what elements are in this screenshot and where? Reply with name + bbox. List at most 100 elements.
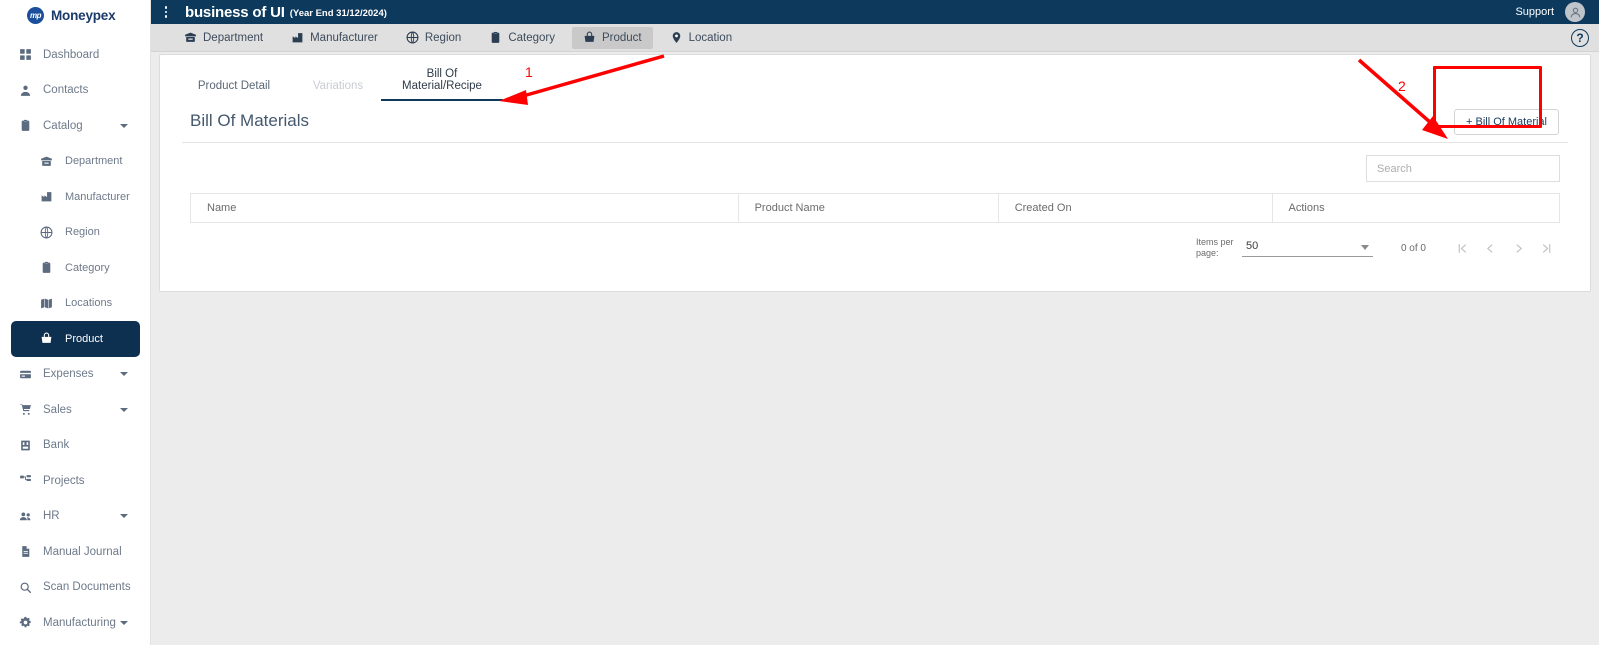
tab-label: Department — [203, 31, 264, 44]
sidebar-item-label: Region — [65, 226, 100, 239]
column-header-actions[interactable]: Actions — [1271, 193, 1560, 223]
sidebar: mp Moneypex Dashboard Contacts Catalog Depa… — [0, 0, 151, 645]
cart-icon — [17, 403, 34, 416]
column-header-product-name[interactable]: Product Name — [737, 193, 999, 223]
last-page-icon[interactable] — [1532, 237, 1560, 259]
tab-manufacturer[interactable]: Manufacturer — [280, 27, 389, 49]
sidebar-item-dashboard[interactable]: Dashboard — [0, 37, 150, 73]
sidebar-item-manufacturing[interactable]: Manufacturing — [0, 605, 150, 641]
brand-logo[interactable]: mp Moneypex — [0, 0, 150, 30]
tab-location[interactable]: Location — [659, 27, 743, 49]
sidebar-item-label: Manual Journal — [43, 545, 122, 558]
sidebar-item-locations[interactable]: Locations — [0, 286, 150, 322]
product-icon — [38, 332, 55, 345]
tab-region[interactable]: Region — [395, 27, 472, 49]
sidebar-item-contacts[interactable]: Contacts — [0, 73, 150, 109]
tab-product[interactable]: Product — [571, 26, 653, 49]
module-tabbar: Department Manufacturer Region Category Prod… — [151, 24, 1599, 52]
search-icon — [17, 581, 34, 594]
archive-icon — [184, 31, 197, 44]
year-end-label: (Year End 31/12/2024) — [289, 7, 387, 19]
subtab-bill-of-material-recipe[interactable]: Bill Of Material/Recipe — [390, 68, 494, 101]
factory-icon — [38, 190, 55, 203]
sidebar-item-label: Dashboard — [43, 48, 100, 61]
sidebar-item-label: Manufacturing — [43, 616, 116, 629]
gears-icon — [17, 616, 34, 629]
chevron-left-icon[interactable] — [1476, 237, 1504, 259]
tab-label: Location — [688, 31, 733, 44]
people-icon — [17, 510, 34, 523]
support-link[interactable]: Support — [1515, 6, 1554, 18]
chevron-down-icon — [1360, 244, 1369, 250]
kebab-menu-icon[interactable] — [157, 6, 175, 18]
sidebar-item-label: Product — [65, 332, 103, 345]
business-name: business of UI — [185, 3, 285, 21]
items-per-page-select[interactable]: 50 — [1241, 239, 1373, 257]
archive-icon — [38, 155, 55, 168]
first-page-icon[interactable] — [1448, 237, 1476, 259]
table-header-row: Name Product Name Created On Actions — [190, 193, 1560, 223]
subtab-product-detail[interactable]: Product Detail — [182, 80, 286, 101]
sidebar-item-bank[interactable]: Bank — [0, 428, 150, 464]
bill-of-materials-table-wrap: Name Product Name Created On Actions — [182, 182, 1568, 223]
sidebar-item-hr[interactable]: HR — [0, 499, 150, 535]
chevron-down-icon[interactable] — [120, 620, 128, 625]
tab-department[interactable]: Department — [173, 27, 274, 49]
user-avatar-icon[interactable] — [1565, 2, 1585, 22]
bill-of-materials-panel: Bill Of Materials + Bill Of Material Nam… — [160, 101, 1590, 260]
app-root: mp Moneypex Dashboard Contacts Catalog Depa… — [0, 0, 1599, 645]
search-input[interactable] — [1366, 155, 1560, 182]
grid-icon — [17, 48, 34, 61]
search-row — [182, 143, 1568, 182]
top-header-bar: business of UI (Year End 31/12/2024) Sup… — [151, 0, 1599, 24]
chevron-right-icon[interactable] — [1504, 237, 1532, 259]
sidebar-item-scan-documents[interactable]: Scan Documents — [0, 570, 150, 606]
globe-icon — [38, 226, 55, 239]
map-icon — [38, 297, 55, 310]
chevron-down-icon[interactable] — [120, 514, 128, 519]
sidebar-item-category[interactable]: Category — [0, 250, 150, 286]
tab-label: Category — [508, 31, 555, 44]
factory-icon — [291, 31, 304, 44]
tab-label: Region — [424, 31, 462, 44]
sidebar-item-label: Catalog — [43, 119, 83, 132]
tab-category[interactable]: Category — [478, 27, 566, 49]
document-icon — [17, 545, 34, 558]
chevron-down-icon[interactable] — [120, 372, 128, 377]
sidebar-item-region[interactable]: Region — [0, 215, 150, 251]
sidebar-item-label: Manufacturer — [65, 190, 130, 203]
chevron-down-icon[interactable] — [120, 407, 128, 412]
sidebar-item-expenses[interactable]: Expenses — [0, 357, 150, 393]
globe-icon — [406, 31, 419, 44]
content-card: Product Detail Variations Bill Of Material… — [159, 54, 1591, 292]
sidebar-item-product[interactable]: Product — [11, 321, 140, 357]
sidebar-item-manual-journal[interactable]: Manual Journal — [0, 534, 150, 570]
sidebar-item-label: Category — [65, 261, 110, 274]
page-range-label: 0 of 0 — [1400, 242, 1426, 254]
items-per-page-value: 50 — [1245, 239, 1259, 252]
sidebar-item-label: Sales — [43, 403, 72, 416]
column-header-created-on[interactable]: Created On — [997, 193, 1273, 223]
main-area: business of UI (Year End 31/12/2024) Sup… — [151, 0, 1599, 645]
bank-icon — [17, 439, 34, 452]
brand-name: Moneypex — [51, 7, 116, 23]
sidebar-item-label: Projects — [43, 474, 85, 487]
sidebar-item-label: Expenses — [43, 368, 94, 381]
sitemap-icon — [17, 474, 34, 487]
sidebar-item-label: Bank — [43, 439, 70, 452]
subtab-variations: Variations — [312, 80, 364, 92]
column-header-name[interactable]: Name — [190, 193, 739, 223]
chevron-down-icon[interactable] — [120, 123, 128, 128]
help-circle-icon[interactable]: ? — [1571, 28, 1589, 47]
sidebar-item-catalog[interactable]: Catalog — [0, 108, 150, 144]
sidebar-item-label: Contacts — [43, 84, 89, 97]
sidebar-item-department[interactable]: Department — [0, 144, 150, 180]
sidebar-item-projects[interactable]: Projects — [0, 463, 150, 499]
page-title: Bill Of Materials — [182, 101, 1568, 143]
sidebar-item-manufacturer[interactable]: Manufacturer — [0, 179, 150, 215]
sidebar-item-sales[interactable]: Sales — [0, 392, 150, 428]
annotation-number-1: 1 — [525, 64, 533, 80]
clipboard-icon — [17, 119, 34, 132]
add-bill-of-material-button[interactable]: + Bill Of Material — [1454, 109, 1559, 135]
sidebar-item-label: HR — [43, 510, 60, 523]
